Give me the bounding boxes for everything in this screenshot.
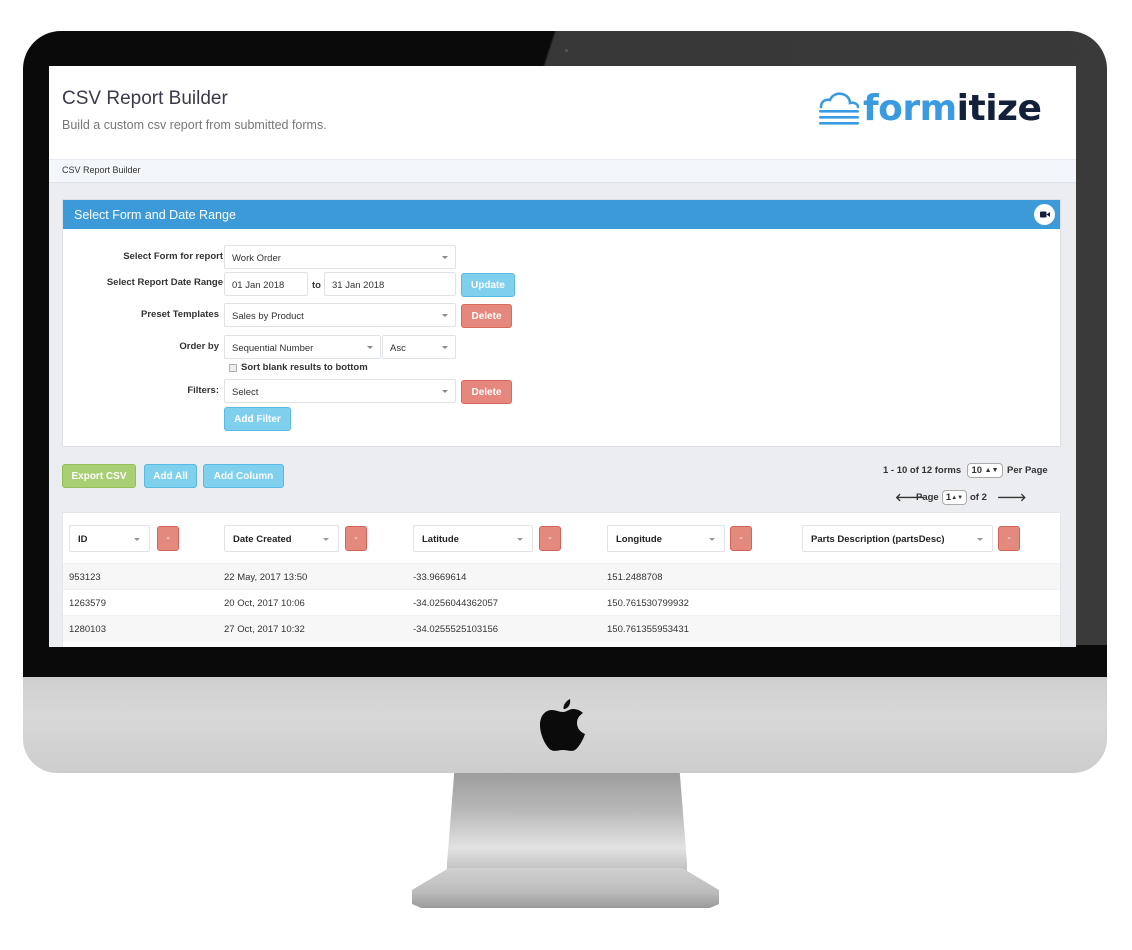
video-camera-icon [1039, 211, 1050, 218]
cell-longitude: 151.2488708 [607, 572, 663, 583]
preset-templates-label: Preset Templates [141, 309, 219, 320]
date-from-input[interactable]: 01 Jan 2018 [224, 272, 308, 296]
cell-longitude: 150.761355953431 [607, 624, 689, 635]
table-row: 1263579 20 Oct, 2017 10:06 -34.025604436… [63, 589, 1060, 615]
arrow-right-icon[interactable]: 🡒 [997, 490, 1027, 504]
cell-longitude: 150.761530799932 [607, 598, 689, 609]
column-select-id[interactable]: ID [69, 525, 150, 552]
order-by-field-select[interactable]: Sequential Number [224, 335, 381, 359]
chevron-down-icon [442, 390, 448, 393]
remove-column-button[interactable]: - [998, 526, 1020, 551]
page-header: CSV Report Builder Build a custom csv re… [49, 66, 1076, 159]
cell-id: 1280103 [69, 624, 106, 635]
chevron-down-icon [442, 346, 448, 349]
order-direction-value: Asc [390, 343, 406, 354]
screen: CSV Report Builder Build a custom csv re… [49, 66, 1076, 647]
page-total: of 2 [970, 492, 987, 503]
chevron-down-icon [134, 538, 140, 541]
logo-text: formitize [863, 88, 1042, 129]
date-to-input[interactable]: 31 Jan 2018 [324, 272, 456, 296]
monitor-stand-foot [412, 868, 719, 908]
per-page-value: 10 [971, 465, 983, 476]
page-label: Page [916, 492, 939, 503]
add-column-button[interactable]: Add Column [203, 464, 284, 488]
logo-text-form: form [863, 88, 957, 129]
order-by-field-value: Sequential Number [232, 343, 314, 354]
chevron-down-icon [442, 314, 448, 317]
preset-template-value: Sales by Product [232, 311, 304, 322]
sort-blank-checkbox[interactable] [229, 364, 237, 372]
cell-latitude: -34.0256044362057 [413, 598, 499, 609]
page-title: CSV Report Builder [62, 88, 228, 109]
add-filter-button[interactable]: Add Filter [224, 407, 291, 431]
chevron-down-icon [367, 346, 373, 349]
cell-latitude: -33.9669614 [413, 572, 467, 583]
remove-column-button[interactable]: - [730, 526, 752, 551]
form-select[interactable]: Work Order [224, 245, 456, 269]
cell-date-created: 20 Oct, 2017 10:06 [224, 598, 305, 609]
order-by-label: Order by [179, 341, 219, 352]
cell-id: 1263579 [69, 598, 106, 609]
form-select-label: Select Form for report [123, 251, 223, 262]
page-subtitle: Build a custom csv report from submitted… [62, 118, 327, 132]
breadcrumb-bar: CSV Report Builder [49, 159, 1076, 183]
sort-blank-label[interactable]: Sort blank results to bottom [241, 362, 368, 373]
order-direction-select[interactable]: Asc [382, 335, 456, 359]
pagination-range: 1 - 10 of 12 forms [883, 465, 962, 476]
column-select-longitude[interactable]: Longitude [607, 525, 725, 552]
camera-icon [565, 49, 568, 52]
filters-label: Filters: [187, 385, 219, 396]
page-spinner[interactable]: 1 ▲▼ [942, 490, 967, 505]
column-header: ID [78, 534, 88, 545]
cell-latitude: -34.0255525103156 [413, 624, 499, 635]
formitize-logo[interactable]: formitize [817, 88, 1042, 129]
panel-title: Select Form and Date Range [74, 208, 236, 222]
chevron-down-icon [323, 538, 329, 541]
filter-select-value: Select [232, 387, 259, 398]
logo-text-itize: itize [956, 88, 1042, 129]
filter-select[interactable]: Select [224, 379, 456, 403]
per-page-label: Per Page [1007, 465, 1048, 476]
select-form-panel: Select Form and Date Range Select Form f… [62, 199, 1061, 447]
date-range-label: Select Report Date Range [106, 277, 223, 288]
cell-id: 953123 [69, 572, 101, 583]
cell-date-created: 22 May, 2017 13:50 [224, 572, 308, 583]
table-row: 1280103 27 Oct, 2017 10:32 -34.025552510… [63, 615, 1060, 641]
cell-date-created: 27 Oct, 2017 10:32 [224, 624, 305, 635]
column-select-date-created[interactable]: Date Created [224, 525, 339, 552]
export-csv-button[interactable]: Export CSV [62, 464, 136, 488]
spinner-arrows-icon: ▲▼ [984, 467, 999, 474]
preset-template-select[interactable]: Sales by Product [224, 303, 456, 327]
chevron-down-icon [517, 538, 523, 541]
remove-column-button[interactable]: - [345, 526, 367, 551]
column-header: Date Created [233, 534, 292, 545]
video-help-button[interactable] [1034, 204, 1055, 225]
chevron-down-icon [442, 256, 448, 259]
monitor-bezel-bottom [23, 645, 1107, 681]
delete-preset-button[interactable]: Delete [461, 304, 512, 328]
table-row: 953123 22 May, 2017 13:50 -33.9669614 15… [63, 563, 1060, 589]
delete-filter-button[interactable]: Delete [461, 380, 512, 404]
remove-column-button[interactable]: - [157, 526, 179, 551]
column-select-parts-description[interactable]: Parts Description (partsDesc) [802, 525, 993, 552]
chevron-down-icon [977, 538, 983, 541]
panel-header: Select Form and Date Range [63, 200, 1060, 229]
spinner-arrows-icon: ▲▼ [951, 494, 964, 501]
add-all-button[interactable]: Add All [144, 464, 197, 488]
column-header: Latitude [422, 534, 459, 545]
update-button[interactable]: Update [461, 273, 515, 297]
remove-column-button[interactable]: - [539, 526, 561, 551]
report-table: ID - Date Created - Latitude - Longitude… [62, 512, 1061, 647]
date-to-label: to [312, 280, 321, 291]
apple-logo-icon [540, 699, 585, 751]
per-page-spinner[interactable]: 10 ▲▼ [967, 463, 1003, 478]
column-select-latitude[interactable]: Latitude [413, 525, 533, 552]
chevron-down-icon [709, 538, 715, 541]
column-header: Parts Description (partsDesc) [811, 534, 945, 545]
column-header: Longitude [616, 534, 662, 545]
cloud-logo-icon [819, 91, 860, 125]
breadcrumb[interactable]: CSV Report Builder [62, 165, 141, 175]
form-select-value: Work Order [232, 253, 281, 264]
